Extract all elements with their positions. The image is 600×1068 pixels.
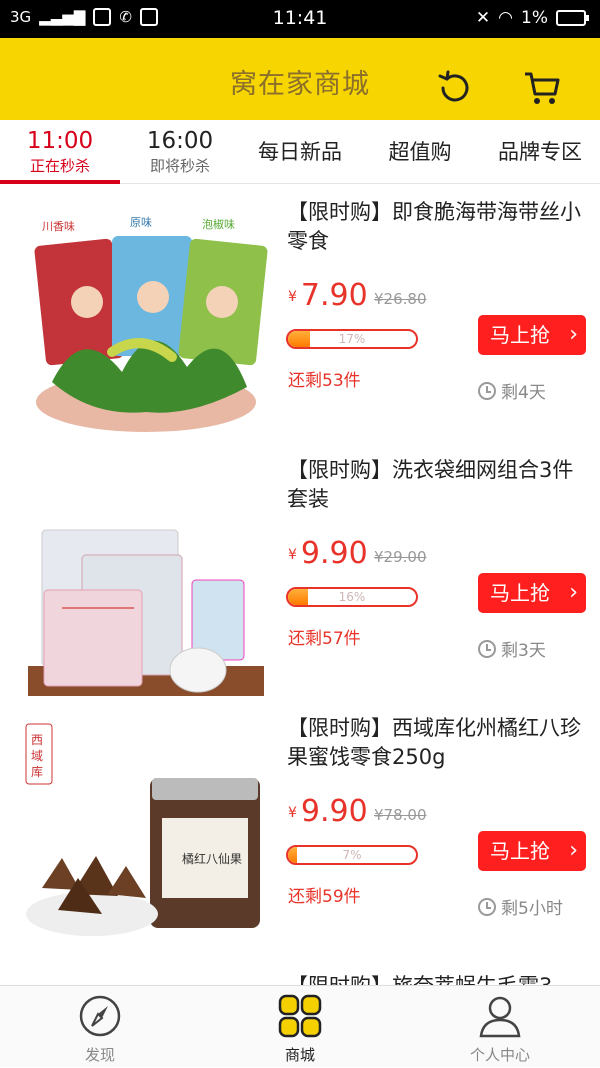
currency-symbol: ¥	[288, 547, 297, 563]
tab-brand-zone[interactable]: 品牌专区	[480, 120, 600, 184]
time-left-text: 剩4天	[501, 383, 546, 403]
product-price: ¥9.90	[288, 536, 368, 571]
product-price: ¥7.90	[288, 278, 368, 313]
buy-label: 马上抢	[490, 323, 550, 347]
chevron-right-icon: ›	[569, 838, 578, 863]
time-left-text: 剩5小时	[501, 899, 563, 919]
app-header: 窝在家商城	[0, 38, 600, 120]
sold-progress-bar: 16%	[286, 587, 418, 607]
tab-daily-new[interactable]: 每日新品	[240, 120, 360, 184]
time-left: 剩4天	[478, 378, 546, 403]
original-price: ¥29.00	[374, 548, 427, 566]
laundry-bag-image	[22, 460, 270, 696]
tab-time: 16:00	[146, 128, 214, 154]
original-price: ¥26.80	[374, 290, 427, 308]
tab-label: 品牌专区	[498, 140, 582, 164]
tab-value-buy[interactable]: 超值购	[360, 120, 480, 184]
product-title[interactable]: 【限时购】西域库化州橘红八珍果蜜饯零食250g	[287, 714, 587, 772]
status-right: ✕ ◠ 1%	[475, 8, 589, 28]
grid-icon	[278, 994, 322, 1038]
buy-now-button[interactable]: 马上抢 ›	[478, 315, 586, 355]
product-title[interactable]: 【限时购】洗衣袋细网组合3件套装	[287, 456, 587, 514]
nav-label: 个人中心	[469, 1046, 530, 1064]
tab-status: 即将秒杀	[149, 157, 210, 175]
price-value: 9.90	[300, 794, 368, 829]
svg-text:库: 库	[31, 764, 43, 779]
product-title[interactable]: 【限时购】即食脆海带海带丝小零食	[287, 198, 587, 256]
tab-time: 11:00	[26, 128, 94, 154]
buy-now-button[interactable]: 马上抢 ›	[478, 573, 586, 613]
original-price: ¥78.00	[374, 806, 427, 824]
svg-text:川香味: 川香味	[42, 220, 75, 233]
remaining-stock: 还剩57件	[288, 629, 361, 649]
currency-symbol: ¥	[288, 805, 297, 821]
svg-text:橘红八仙果: 橘红八仙果	[182, 851, 242, 866]
partial-product-image	[22, 976, 270, 985]
remaining-stock: 还剩59件	[288, 887, 361, 907]
chevron-right-icon: ›	[569, 580, 578, 605]
nav-label: 发现	[84, 1046, 115, 1064]
sold-progress-bar: 17%	[286, 329, 418, 349]
status-bar: 3G ▂▃▅▇ ✆ 11:41 ✕ ◠ 1%	[0, 0, 600, 38]
product-item[interactable]: 【限时购】旅奈萃蜗牛毛霜3	[0, 960, 600, 985]
page-title: 窝在家商城	[230, 69, 370, 100]
bottom-nav: 发现 商城 个人中心	[0, 985, 600, 1067]
chevron-right-icon: ›	[569, 322, 578, 347]
mute-icon: ✕	[475, 8, 491, 28]
remaining-stock: 还剩53件	[288, 371, 361, 391]
cart-button[interactable]	[522, 68, 562, 108]
progress-percent: 17%	[338, 332, 366, 346]
nav-mall[interactable]: 商城	[200, 986, 400, 1068]
product-item[interactable]: 西 域 库 橘红八仙果 【限时购】西域库化州橘红八珍果蜜饯零食250g ¥9.9…	[0, 702, 600, 960]
battery-percent: 1%	[521, 8, 548, 28]
svg-text:泡椒味: 泡椒味	[202, 217, 235, 231]
price-value: 9.90	[300, 536, 368, 571]
product-price: ¥9.90	[288, 794, 368, 829]
nav-profile[interactable]: 个人中心	[400, 986, 600, 1068]
progress-percent: 16%	[338, 590, 366, 604]
candied-fruit-jar-image: 西 域 库 橘红八仙果	[22, 718, 270, 954]
compass-icon	[79, 995, 121, 1037]
svg-text:域: 域	[31, 749, 43, 763]
product-item[interactable]: 【限时购】洗衣袋细网组合3件套装 ¥9.90 ¥29.00 16% 还剩57件 …	[0, 444, 600, 702]
clock-icon	[478, 381, 496, 400]
tab-label: 超值购	[388, 140, 452, 164]
refresh-button[interactable]	[435, 68, 475, 108]
sold-progress-bar: 7%	[286, 845, 418, 865]
time-left: 剩5小时	[478, 894, 563, 919]
clock-icon	[478, 639, 496, 658]
svg-text:西: 西	[31, 733, 43, 747]
product-item[interactable]: 川香味 原味 泡椒味 【限时购】即食脆海带海带丝小零食 ¥7.90 ¥26.80…	[0, 186, 600, 444]
tab-bar: 11:00 正在秒杀 16:00 即将秒杀 每日新品 超值购 品牌专区	[0, 120, 600, 184]
battery-icon	[556, 10, 589, 26]
buy-label: 马上抢	[490, 581, 550, 605]
time-left-text: 剩3天	[501, 641, 546, 661]
progress-percent: 7%	[342, 848, 362, 862]
svg-text:原味: 原味	[130, 216, 152, 229]
product-title[interactable]: 【限时购】旅奈萃蜗牛毛霜3	[287, 972, 587, 985]
nav-label: 商城	[284, 1046, 315, 1064]
currency-symbol: ¥	[288, 289, 297, 305]
seaweed-snack-image: 川香味 原味 泡椒味	[22, 202, 270, 438]
buy-label: 马上抢	[490, 839, 550, 863]
price-value: 7.90	[300, 278, 368, 313]
user-icon	[479, 996, 521, 1038]
buy-now-button[interactable]: 马上抢 ›	[478, 831, 586, 871]
tab-label: 每日新品	[258, 140, 342, 164]
wifi-icon: ◠	[498, 8, 514, 28]
tab-status: 正在秒杀	[29, 157, 90, 175]
tab-1100[interactable]: 11:00 正在秒杀	[0, 120, 120, 184]
time-left: 剩3天	[478, 636, 546, 661]
clock-icon	[478, 897, 496, 916]
nav-discover[interactable]: 发现	[0, 986, 200, 1068]
refresh-icon	[438, 70, 469, 102]
tab-1600[interactable]: 16:00 即将秒杀	[120, 120, 240, 184]
cart-icon	[525, 72, 560, 104]
